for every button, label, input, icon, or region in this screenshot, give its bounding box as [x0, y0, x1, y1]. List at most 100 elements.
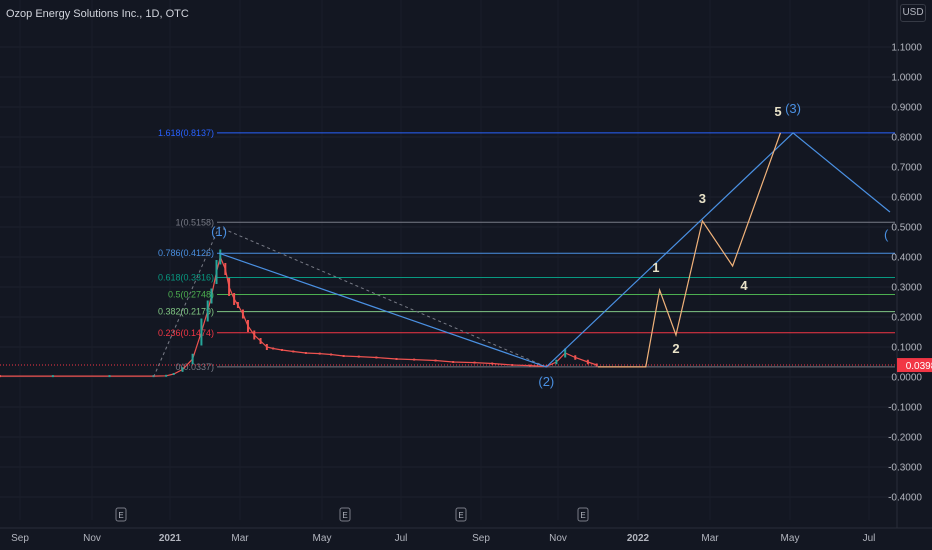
price-candle	[586, 359, 589, 365]
fib-level-label: 0.786(0.4126)	[158, 248, 214, 258]
x-tick-label: Jul	[395, 533, 408, 544]
price-candle	[233, 293, 236, 305]
earnings-marker-label: E	[580, 511, 585, 520]
price-candle	[210, 288, 213, 304]
x-tick-label: May	[313, 533, 332, 544]
currency-button[interactable]: USD	[900, 4, 926, 22]
price-candle	[265, 344, 268, 350]
price-candle	[236, 302, 239, 308]
price-candle	[491, 362, 494, 365]
earnings-marker[interactable]: E	[339, 507, 351, 522]
x-tick-label: Nov	[549, 533, 567, 544]
wave-label: 3	[699, 191, 706, 206]
price-candle	[318, 352, 321, 355]
current-price-label: 0.0398	[906, 361, 932, 372]
price-candle	[574, 355, 577, 360]
price-candle	[181, 367, 184, 372]
fib-level-label: 0.5(0.2748)	[168, 290, 214, 300]
price-candle	[292, 350, 295, 353]
price-candle	[473, 361, 476, 364]
y-tick-label: -0.1000	[888, 403, 922, 414]
price-candle	[342, 355, 345, 357]
price-axis[interactable]: 1.1000 1.0000 0.9000 0.8000 0.7000 0.6000 0.50…	[888, 0, 932, 528]
x-tick-label: Sep	[11, 533, 29, 544]
price-candle	[51, 375, 54, 378]
price-candle	[272, 347, 275, 350]
price-candle	[434, 359, 437, 362]
price-candle	[413, 358, 416, 361]
price-candle	[280, 349, 283, 351]
x-tick-label: 2022	[627, 533, 650, 544]
wave-label: 4	[740, 278, 748, 293]
price-candle	[0, 375, 1, 378]
earnings-marker[interactable]: E	[577, 507, 589, 522]
y-tick-label: 0.8000	[891, 133, 922, 144]
price-candle	[200, 318, 203, 346]
price-candle	[172, 373, 175, 375]
wave-path-orange[interactable]	[597, 132, 782, 368]
price-candle	[555, 359, 558, 365]
wave-label: (3)	[785, 101, 801, 116]
price-candle	[219, 249, 222, 265]
wave-label: 2	[672, 341, 679, 356]
y-tick-label: 0.4000	[891, 253, 922, 264]
fib-level-label: 0.618(0.3316)	[158, 273, 214, 283]
earnings-marker-label: E	[342, 511, 347, 520]
price-candle	[357, 355, 360, 358]
price-candle	[395, 358, 398, 360]
y-tick-label: 0.7000	[891, 163, 922, 174]
y-tick-label: 1.0000	[891, 73, 922, 84]
earnings-marker[interactable]: E	[115, 507, 127, 522]
y-tick-label: 0.3000	[891, 283, 922, 294]
x-tick-label: Mar	[701, 533, 719, 544]
fib-level-label: 0.236(0.1474)	[158, 328, 214, 338]
price-candle	[215, 260, 218, 284]
wave-label: 1	[652, 260, 659, 275]
wave-label: (1)	[211, 224, 227, 239]
price-candle	[224, 263, 227, 275]
x-tick-label: Nov	[83, 533, 101, 544]
x-tick-label: Jul	[863, 533, 876, 544]
y-tick-label: 0.1000	[891, 343, 922, 354]
elliott-wave-drawing[interactable]: (1) (2) (3) 1 2 3 4 5 (	[153, 101, 891, 389]
price-candle	[253, 330, 256, 340]
y-tick-label: 0.6000	[891, 193, 922, 204]
y-tick-label: 0.0000	[891, 373, 922, 384]
price-candle	[259, 338, 262, 344]
chart-canvas[interactable]: 1.618(0.8137) 1(0.5158) 0.786(0.4126) 0.618…	[0, 0, 932, 550]
price-candle	[228, 278, 231, 296]
fibonacci-retracement[interactable]: 1.618(0.8137) 1(0.5158) 0.786(0.4126) 0.618…	[158, 128, 895, 372]
price-candle	[452, 361, 455, 363]
y-tick-label: 1.1000	[891, 43, 922, 54]
y-tick-label: 0.5000	[891, 223, 922, 234]
y-tick-label: -0.3000	[888, 463, 922, 474]
wave-label: (	[884, 227, 889, 242]
price-candle	[246, 320, 249, 332]
earnings-marker-label: E	[118, 511, 123, 520]
price-candle	[241, 309, 244, 319]
fib-level-label: 1.618(0.8137)	[158, 128, 214, 138]
time-axis[interactable]: Sep Nov 2021 Mar May Jul Sep Nov 2022 Mar May Jul E E…	[0, 507, 932, 544]
chart-title: Ozop Energy Solutions Inc., 1D, OTC	[6, 8, 189, 20]
price-candle	[375, 356, 378, 359]
price-series	[0, 249, 895, 378]
y-tick-label: -0.4000	[888, 493, 922, 504]
fib-level-label: 0.382(0.2179)	[158, 307, 214, 317]
x-tick-label: 2021	[159, 533, 182, 544]
earnings-marker-label: E	[458, 511, 463, 520]
wave-path-blue[interactable]	[218, 132, 891, 368]
price-candle	[330, 353, 333, 356]
price-candle	[108, 375, 111, 378]
y-tick-label: 0.2000	[891, 313, 922, 324]
wave-label: 5	[774, 104, 781, 119]
x-tick-label: May	[781, 533, 800, 544]
x-tick-label: Mar	[231, 533, 249, 544]
grid-layer	[0, 0, 895, 520]
wave-label: (2)	[538, 374, 554, 389]
price-candle	[191, 353, 194, 365]
earnings-marker[interactable]: E	[455, 507, 467, 522]
x-tick-label: Sep	[472, 533, 490, 544]
y-tick-label: 0.9000	[891, 103, 922, 114]
price-candle	[528, 364, 531, 367]
y-tick-label: -0.2000	[888, 433, 922, 444]
